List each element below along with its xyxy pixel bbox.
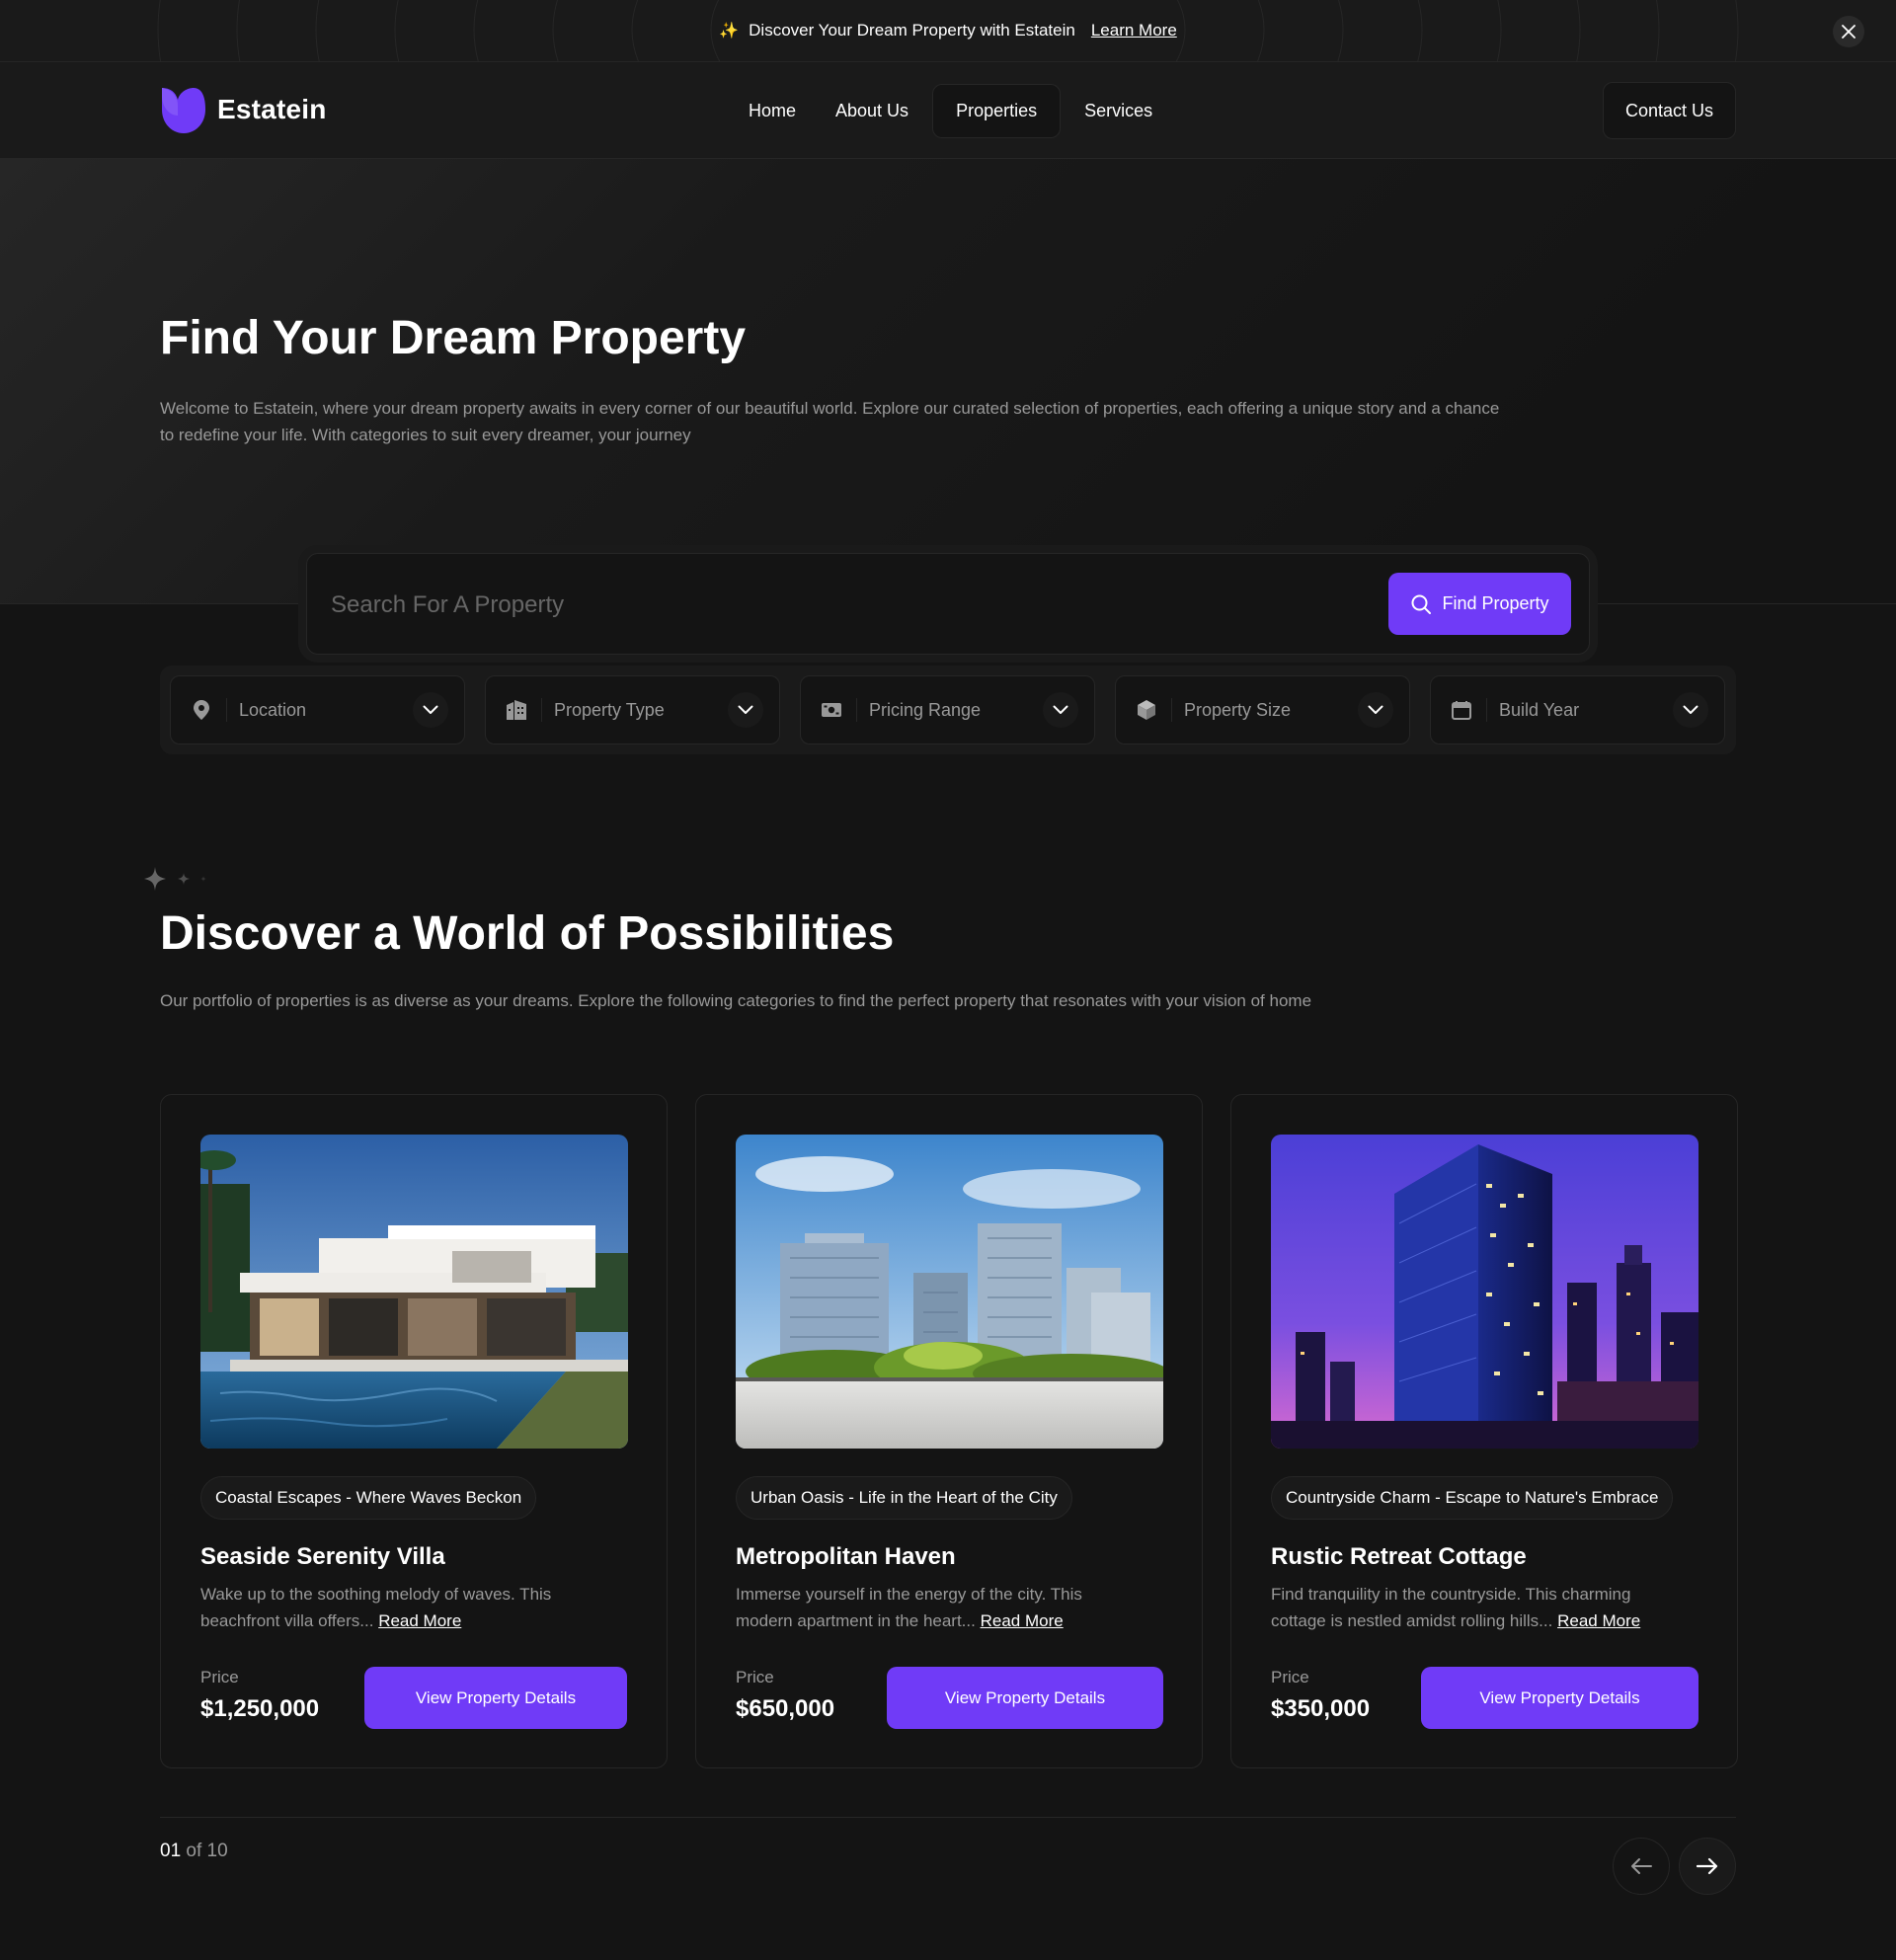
view-property-details-button[interactable]: View Property Details <box>887 1667 1163 1729</box>
search-input[interactable] <box>331 588 1318 623</box>
property-description: Immerse yourself in the energy of the ci… <box>736 1581 1121 1634</box>
previous-page-button[interactable] <box>1613 1838 1670 1895</box>
find-property-label: Find Property <box>1442 593 1549 613</box>
hero-description: Welcome to Estatein, where your dream pr… <box>160 399 1500 444</box>
brand-name: Estatein <box>217 94 327 124</box>
cube-icon <box>1136 699 1157 721</box>
announcement-banner: ✨ Discover Your Dream Property with Esta… <box>0 0 1896 62</box>
arrow-left-icon <box>1631 1858 1652 1874</box>
property-image-city[interactable] <box>736 1135 1163 1449</box>
filter-label: Build Year <box>1499 699 1580 720</box>
main-navigation: Estatein Home About Us Properties Servic… <box>0 62 1896 159</box>
property-category-tag: Coastal Escapes - Where Waves Beckon <box>200 1476 537 1520</box>
property-search-box: Find Property <box>306 553 1590 655</box>
close-banner-button[interactable] <box>1833 16 1864 47</box>
filter-bar: Location Property Type Pricing Range Pro… <box>160 666 1736 754</box>
hero-title: Find Your Dream Property <box>160 312 747 364</box>
section-description: Our portfolio of properties is as divers… <box>160 991 1312 1010</box>
filter-pricing-range[interactable]: Pricing Range <box>800 675 1095 745</box>
chevron-down-icon <box>1358 692 1393 728</box>
filter-divider <box>541 698 542 722</box>
chevron-down-icon <box>1673 692 1708 728</box>
filter-label: Property Size <box>1184 699 1292 720</box>
filter-property-size[interactable]: Property Size <box>1115 675 1410 745</box>
hero-section <box>0 159 1896 604</box>
filter-divider <box>1171 698 1172 722</box>
property-title: Metropolitan Haven <box>736 1543 956 1570</box>
property-category-tag: Urban Oasis - Life in the Heart of the C… <box>736 1476 1072 1520</box>
filter-label: Pricing Range <box>869 699 982 720</box>
next-page-button[interactable] <box>1679 1838 1736 1895</box>
property-price: $1,250,000 <box>200 1695 320 1722</box>
pagination-counter: 01 of 10 <box>160 1841 228 1862</box>
property-title: Seaside Serenity Villa <box>200 1543 445 1570</box>
filter-divider <box>856 698 857 722</box>
read-more-link[interactable]: Read More <box>378 1611 461 1630</box>
property-card: Urban Oasis - Life in the Heart of the C… <box>695 1094 1203 1768</box>
chevron-down-icon <box>728 692 763 728</box>
nav-properties-link[interactable]: Properties <box>932 84 1062 138</box>
price-label: Price <box>736 1668 774 1686</box>
chevron-down-icon <box>1043 692 1078 728</box>
location-pin-icon <box>191 699 212 721</box>
section-title: Discover a World of Possibilities <box>160 907 895 960</box>
nav-home-link[interactable]: Home <box>729 84 816 138</box>
nav-links: Home About Us Properties Services <box>729 84 1172 138</box>
chevron-down-icon <box>413 692 448 728</box>
sparkle-icon: ✨ <box>719 23 740 39</box>
cash-icon <box>821 699 842 721</box>
pagination-current: 01 <box>160 1841 182 1861</box>
property-category-tag: Countryside Charm - Escape to Nature's E… <box>1271 1476 1674 1520</box>
pagination-total: of 10 <box>181 1841 228 1861</box>
nav-services-link[interactable]: Services <box>1065 84 1172 138</box>
calendar-icon <box>1451 699 1472 721</box>
building-icon <box>506 699 527 721</box>
price-label: Price <box>1271 1668 1309 1686</box>
nav-about-link[interactable]: About Us <box>816 84 928 138</box>
property-description: Find tranquility in the countryside. Thi… <box>1271 1581 1656 1634</box>
property-card: Coastal Escapes - Where Waves Beckon Sea… <box>160 1094 668 1768</box>
filter-build-year[interactable]: Build Year <box>1430 675 1725 745</box>
pagination-divider <box>160 1817 1736 1818</box>
filter-divider <box>1486 698 1487 722</box>
property-title: Rustic Retreat Cottage <box>1271 1543 1527 1570</box>
filter-label: Property Type <box>554 699 665 720</box>
find-property-button[interactable]: Find Property <box>1388 573 1571 635</box>
close-icon <box>1842 25 1856 39</box>
filter-property-type[interactable]: Property Type <box>485 675 780 745</box>
property-description: Wake up to the soothing melody of waves.… <box>200 1581 586 1634</box>
property-price: $350,000 <box>1271 1695 1371 1722</box>
view-property-details-button[interactable]: View Property Details <box>1421 1667 1698 1729</box>
property-card: Countryside Charm - Escape to Nature's E… <box>1230 1094 1738 1768</box>
sparkle-decoration-icon <box>144 867 206 891</box>
read-more-link[interactable]: Read More <box>981 1611 1064 1630</box>
filter-divider <box>226 698 227 722</box>
search-icon <box>1411 594 1432 614</box>
property-image-tower[interactable] <box>1271 1135 1698 1449</box>
price-label: Price <box>200 1668 239 1686</box>
property-price: $650,000 <box>736 1695 835 1722</box>
arrow-right-icon <box>1697 1857 1718 1875</box>
banner-text: Discover Your Dream Property with Estate… <box>749 21 1075 39</box>
estatein-logo-icon <box>162 88 205 133</box>
view-property-details-button[interactable]: View Property Details <box>364 1667 627 1729</box>
read-more-link[interactable]: Read More <box>1557 1611 1640 1630</box>
contact-us-button[interactable]: Contact Us <box>1603 82 1736 139</box>
property-image-villa[interactable] <box>200 1135 628 1449</box>
filter-label: Location <box>239 699 307 720</box>
brand-logo[interactable]: Estatein <box>160 86 327 133</box>
property-description-text: Wake up to the soothing melody of waves.… <box>200 1585 552 1630</box>
banner-learn-more-link[interactable]: Learn More <box>1091 21 1177 40</box>
filter-location[interactable]: Location <box>170 675 465 745</box>
